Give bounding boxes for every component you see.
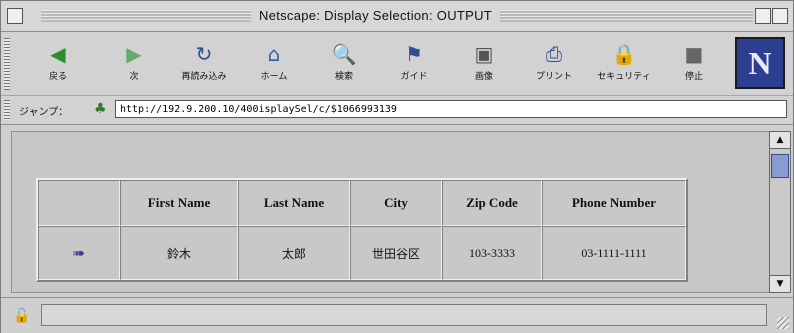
row-action-cell: ➠ [38,226,120,280]
netscape-logo[interactable]: N [735,37,785,89]
print-button[interactable]: ⎙ プリント [523,38,585,90]
browser-window: Netscape: Display Selection: OUTPUT ◀ 戻る… [0,0,794,333]
scroll-down-arrow-icon[interactable]: ▼ [770,275,790,292]
cell-first-name: 鈴木 [120,226,238,280]
resize-grip-icon[interactable] [777,317,789,329]
search-button-label: 検索 [334,72,353,82]
back-arrow-icon: ◀ [50,42,66,66]
back-button[interactable]: ◀ 戻る [27,38,89,90]
close-box-icon[interactable] [7,8,23,24]
navigation-toolbar: ◀ 戻る ▶ 次 ↻ 再読み込み ⌂ ホーム 🔍 検索 ⚑ ガイド ▣ 画像 ⎙ [1,32,793,96]
column-header-zip-code: Zip Code [442,180,542,226]
stop-button-label: 停止 [684,72,703,82]
search-icon: 🔍 [331,42,357,66]
collapse-box-icon[interactable] [772,8,788,24]
cell-last-name: 太郎 [238,226,350,280]
column-header-city: City [350,180,442,226]
print-button-label: プリント [535,72,572,82]
cell-zip-code: 103-3333 [442,226,542,280]
search-button[interactable]: 🔍 検索 [313,38,375,90]
back-button-label: 戻る [48,72,67,82]
guide-button-label: ガイド [400,72,428,82]
images-icon: ▣ [474,42,494,66]
toolbar-grip[interactable] [4,38,10,90]
column-header-phone-number: Phone Number [542,180,686,226]
column-header-first-name: First Name [120,180,238,226]
images-button[interactable]: ▣ 画像 [453,38,515,90]
location-grip[interactable] [4,100,10,120]
reload-button-label: 再読み込み [181,72,227,82]
location-bar: ジャンプ： ♣ [1,96,793,125]
page-content: First Name Last Name City Zip Code Phone… [11,131,771,293]
page-proxy-icon[interactable]: ♣ [94,101,107,117]
edit-record-icon[interactable]: ➠ [73,246,86,262]
column-header-select [38,180,120,226]
print-icon: ⎙ [546,42,562,66]
status-bar: 🔓 [1,297,793,333]
forward-button-label: 次 [129,72,139,82]
status-message-field [41,304,767,326]
scroll-up-arrow-icon[interactable]: ▲ [770,132,790,149]
table-row: ➠ 鈴木 太郎 世田谷区 103-3333 03-1111-1111 [38,226,686,280]
scroll-thumb[interactable] [771,154,789,178]
table-header-row: First Name Last Name City Zip Code Phone… [38,180,686,226]
vertical-scrollbar[interactable]: ▲ ▼ [769,131,791,293]
stop-button[interactable]: ■ 停止 [663,38,725,90]
column-header-last-name: Last Name [238,180,350,226]
cell-city: 世田谷区 [350,226,442,280]
location-label: ジャンプ： [19,107,69,118]
url-input[interactable] [115,100,787,118]
home-icon: ⌂ [267,42,281,66]
home-button[interactable]: ⌂ ホーム [243,38,305,90]
reload-button[interactable]: ↻ 再読み込み [173,38,235,90]
security-button-label: セキュリティ [597,72,651,82]
results-table: First Name Last Name City Zip Code Phone… [36,178,688,282]
title-bar[interactable]: Netscape: Display Selection: OUTPUT [1,1,793,32]
cell-phone-number: 03-1111-1111 [542,226,686,280]
images-button-label: 画像 [474,72,493,82]
window-title: Netscape: Display Selection: OUTPUT [251,7,501,25]
stop-icon: ■ [684,42,704,66]
home-button-label: ホーム [260,72,288,82]
forward-button[interactable]: ▶ 次 [103,38,165,90]
guide-icon: ⚑ [405,42,423,66]
reload-icon: ↻ [195,42,213,66]
zoom-box-icon[interactable] [755,8,771,24]
security-lock-icon: 🔒 [611,42,637,66]
security-button[interactable]: 🔒 セキュリティ [593,38,655,90]
forward-arrow-icon: ▶ [126,42,142,66]
security-status-icon[interactable]: 🔓 [13,308,30,324]
guide-button[interactable]: ⚑ ガイド [383,38,445,90]
